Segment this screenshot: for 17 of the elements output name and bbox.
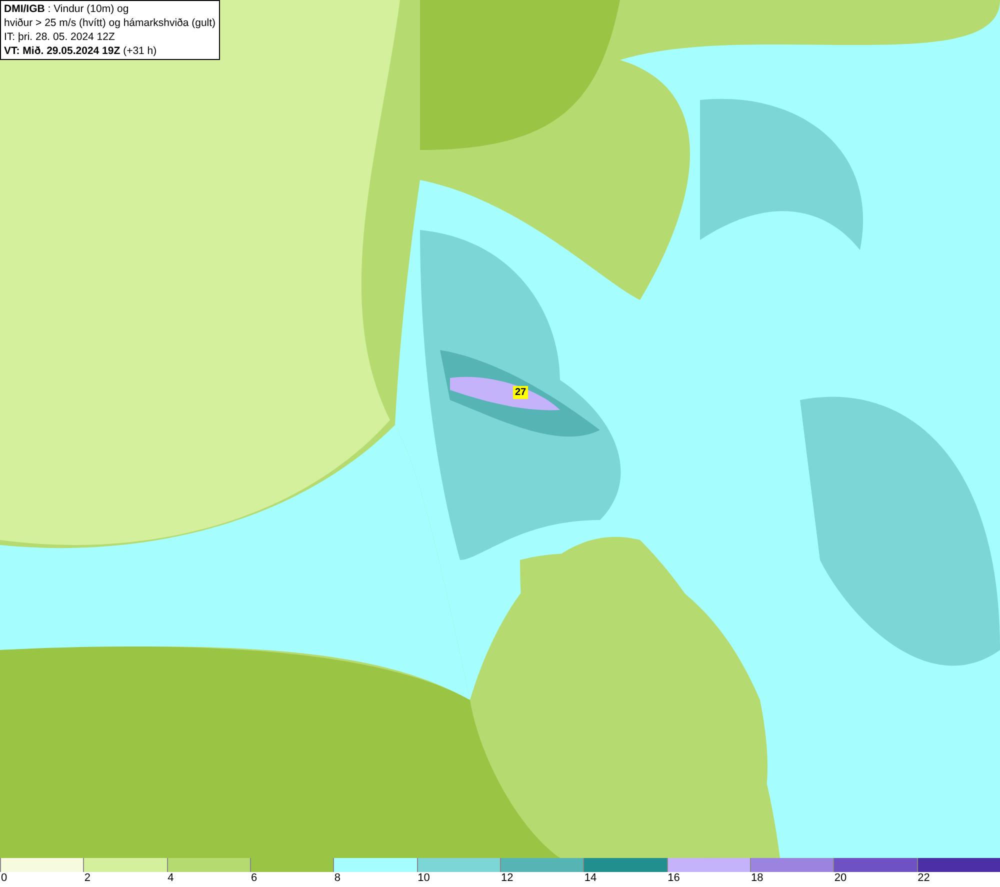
legend-tick-label: 4 [166, 872, 174, 885]
legend-tick-label: 2 [83, 872, 90, 885]
legend-tick-label: 14 [583, 872, 597, 885]
max-gust-label: 27 [513, 386, 528, 399]
legend-tick-label: 0 [0, 872, 8, 885]
legend-tick-label: 8 [333, 872, 340, 885]
info-text: IT: þri. 28. 05. 2024 12Z [4, 30, 116, 44]
legend-tick-label: 10 [416, 872, 430, 885]
legend-tick-label: 6 [250, 872, 258, 885]
legend-tick-label: 18 [750, 872, 764, 885]
info-text: DMI/IGB : Vindur (10m) og [4, 2, 130, 16]
legend-tick-label: 22 [916, 872, 930, 885]
legend-tick-label: 16 [666, 872, 680, 885]
legend-tick-label: 12 [500, 872, 514, 885]
info-text: VT: Mið. 29.05.2024 19Z (+31 h) [4, 44, 158, 58]
legend-tick-label: 20 [833, 872, 847, 885]
info-text: hviður > 25 m/s (hvítt) og hámarkshviða (gult) [4, 16, 216, 30]
